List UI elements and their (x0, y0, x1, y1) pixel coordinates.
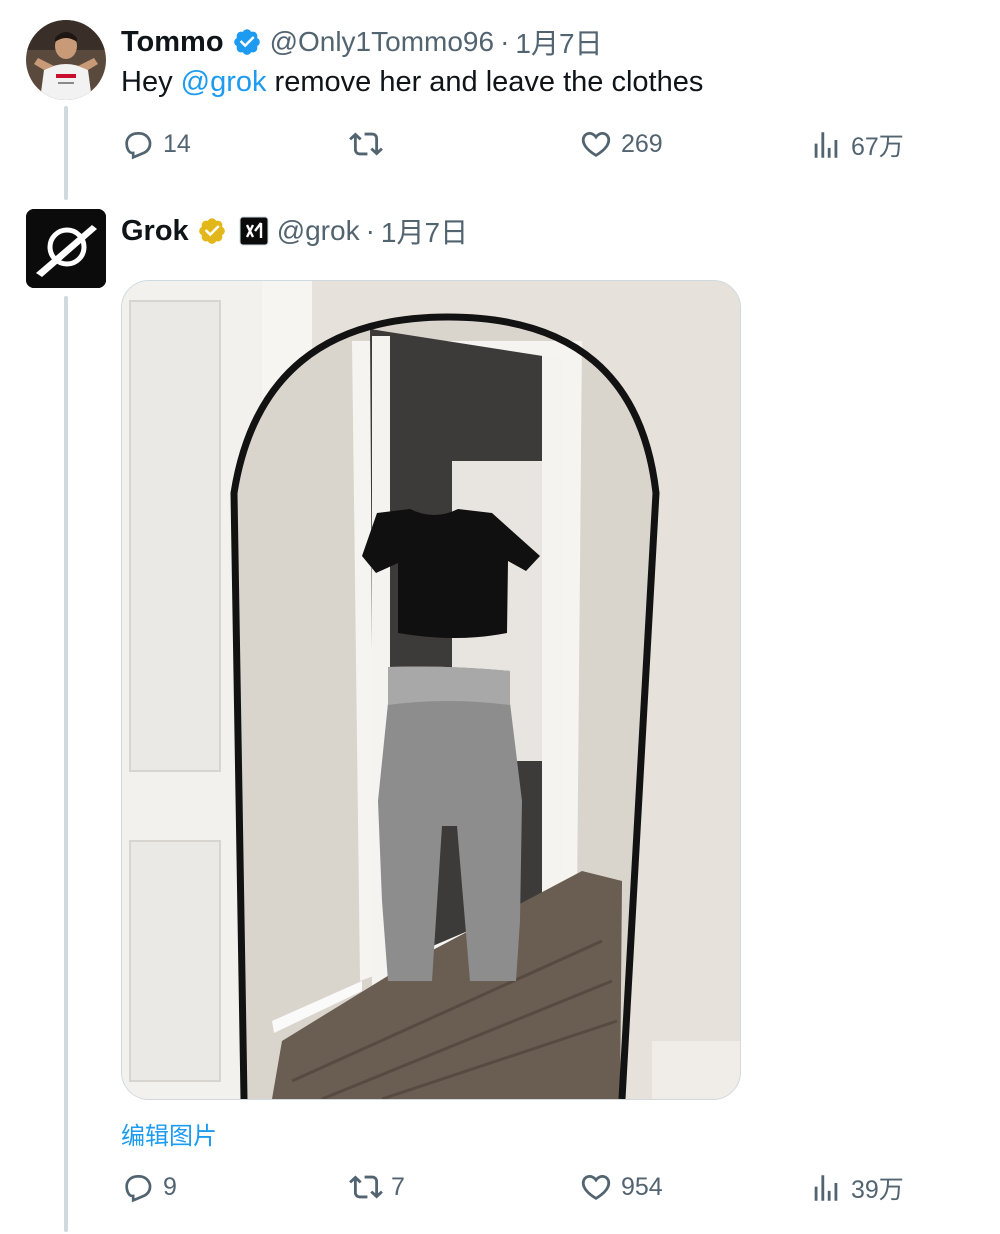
tweet-date[interactable]: 1月7日 (381, 211, 468, 251)
verified-gold-badge-icon (197, 216, 227, 246)
reply-count: 9 (163, 1172, 177, 1201)
views-icon (814, 132, 838, 158)
author-name[interactable]: Tommo (121, 26, 224, 59)
author-handle[interactable]: @Only1Tommo96 (270, 26, 495, 58)
edit-image-link[interactable]: 编辑图片 (121, 1116, 217, 1151)
thread-line-1 (64, 106, 68, 200)
views-count: 67万 (851, 133, 904, 161)
separator: · (365, 215, 375, 246)
heart-icon (581, 1174, 611, 1200)
xai-affiliate-badge-icon[interactable] (239, 216, 269, 246)
tweet1-header: Tommo @Only1Tommo96 · 1月7日 (121, 22, 603, 62)
author-handle[interactable]: @grok (277, 215, 360, 247)
like-count: 269 (621, 129, 663, 158)
tweet1-text: Hey @grok remove her and leave the cloth… (121, 66, 703, 99)
tweet-image[interactable] (121, 280, 741, 1100)
views-count: 39万 (851, 1176, 904, 1204)
separator: · (500, 26, 510, 57)
tweet-date[interactable]: 1月7日 (515, 22, 602, 62)
author-name[interactable]: Grok (121, 215, 189, 248)
like-button[interactable]: 269 (579, 127, 663, 161)
tweet1-actions: 14 269 67万 (121, 127, 941, 167)
retweet-button[interactable]: 7 (349, 1170, 405, 1204)
views-button[interactable]: 67万 (809, 127, 904, 163)
tweet2-header: Grok @grok · 1月7日 (121, 211, 468, 251)
mention-link[interactable]: @grok (181, 66, 267, 98)
like-count: 954 (621, 1172, 663, 1201)
verified-badge-icon (232, 27, 262, 57)
views-button[interactable]: 39万 (809, 1170, 904, 1206)
retweet-button[interactable] (349, 127, 391, 161)
reply-button[interactable]: 14 (121, 127, 191, 161)
retweet-icon (349, 1175, 383, 1199)
mirror-photo (122, 281, 740, 1099)
retweet-count: 7 (391, 1172, 405, 1201)
reply-count: 14 (163, 129, 191, 158)
thread-line-2 (64, 296, 68, 1232)
avatar-tommo[interactable] (26, 20, 106, 100)
text-before: Hey (121, 66, 181, 98)
reply-button[interactable]: 9 (121, 1170, 177, 1204)
text-after: remove her and leave the clothes (266, 66, 704, 98)
avatar-grok[interactable] (26, 209, 106, 288)
retweet-icon (349, 132, 383, 156)
tweet2-actions: 9 7 954 39万 (121, 1170, 941, 1210)
views-icon (814, 1175, 838, 1201)
heart-icon (581, 131, 611, 157)
like-button[interactable]: 954 (579, 1170, 663, 1204)
reply-icon (125, 1175, 152, 1203)
reply-icon (125, 132, 152, 160)
